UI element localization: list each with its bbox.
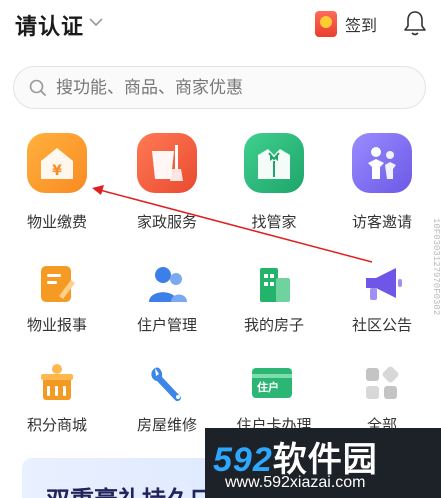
property-fee-icon: ¥ [27, 133, 87, 193]
chevron-down-icon[interactable] [88, 14, 104, 30]
grid-item-resident[interactable]: 住户管理 [115, 262, 215, 357]
grid-label: 家政服务 [136, 214, 197, 231]
visitor-icon [352, 133, 412, 193]
grid-item-housekeeping[interactable]: 家政服务 [115, 133, 215, 231]
page-title[interactable]: 请认证 [15, 9, 84, 41]
all-apps-icon [360, 362, 404, 406]
grid-label: 房屋维修 [136, 417, 197, 434]
header: 请认证 签到 [0, 0, 441, 50]
housekeeping-icon [137, 133, 197, 193]
butler-icon [244, 133, 304, 193]
search-icon [29, 79, 46, 96]
watermark-logo: 592软件园 www.592xiazai.com [205, 428, 441, 498]
points-mall-icon [35, 362, 79, 406]
grid-label: 物业缴费 [26, 214, 87, 231]
watermark-url: www.592xiazai.com [225, 474, 366, 491]
wrench-icon [145, 362, 189, 406]
grid-label: 积分商城 [26, 417, 87, 434]
grid-item-property-fee[interactable]: ¥ 物业缴费 [5, 133, 105, 231]
grid-item-points-mall[interactable]: 积分商城 [5, 362, 105, 457]
grid-label: 找管家 [251, 214, 297, 231]
banner-text: 双重豪礼持久口 [46, 480, 214, 498]
report-icon [35, 262, 79, 306]
grid-item-butler[interactable]: 找管家 [222, 133, 322, 231]
grid-item-report[interactable]: 物业报事 [5, 262, 105, 357]
bell-icon[interactable] [402, 9, 428, 37]
grid-label: 访客邀请 [351, 214, 412, 231]
svg-text:¥: ¥ [52, 163, 62, 179]
grid-label: 物业报事 [26, 317, 87, 334]
resident-icon [145, 262, 189, 306]
search-bar[interactable] [13, 66, 426, 109]
grid-item-visitor[interactable]: 访客邀请 [330, 133, 430, 231]
grid-label: 住户管理 [136, 317, 197, 334]
grid-label: 社区公告 [351, 317, 412, 334]
card-text: 住户 [257, 382, 279, 394]
megaphone-icon [360, 262, 404, 306]
red-packet-icon [315, 11, 337, 37]
grid-item-house[interactable]: 我的房子 [222, 262, 322, 357]
resident-card-icon: 住户 [250, 362, 298, 406]
house-icon [252, 262, 296, 306]
grid-item-notice[interactable]: 社区公告 [330, 262, 430, 357]
grid-item-repair[interactable]: 房屋维修 [115, 362, 215, 457]
checkin-label: 签到 [345, 18, 378, 35]
search-input[interactable] [56, 67, 406, 108]
side-code-text: 10F0303127970F0302 [431, 218, 441, 316]
grid-label: 我的房子 [243, 317, 304, 334]
checkin-button[interactable]: 签到 [315, 10, 377, 38]
